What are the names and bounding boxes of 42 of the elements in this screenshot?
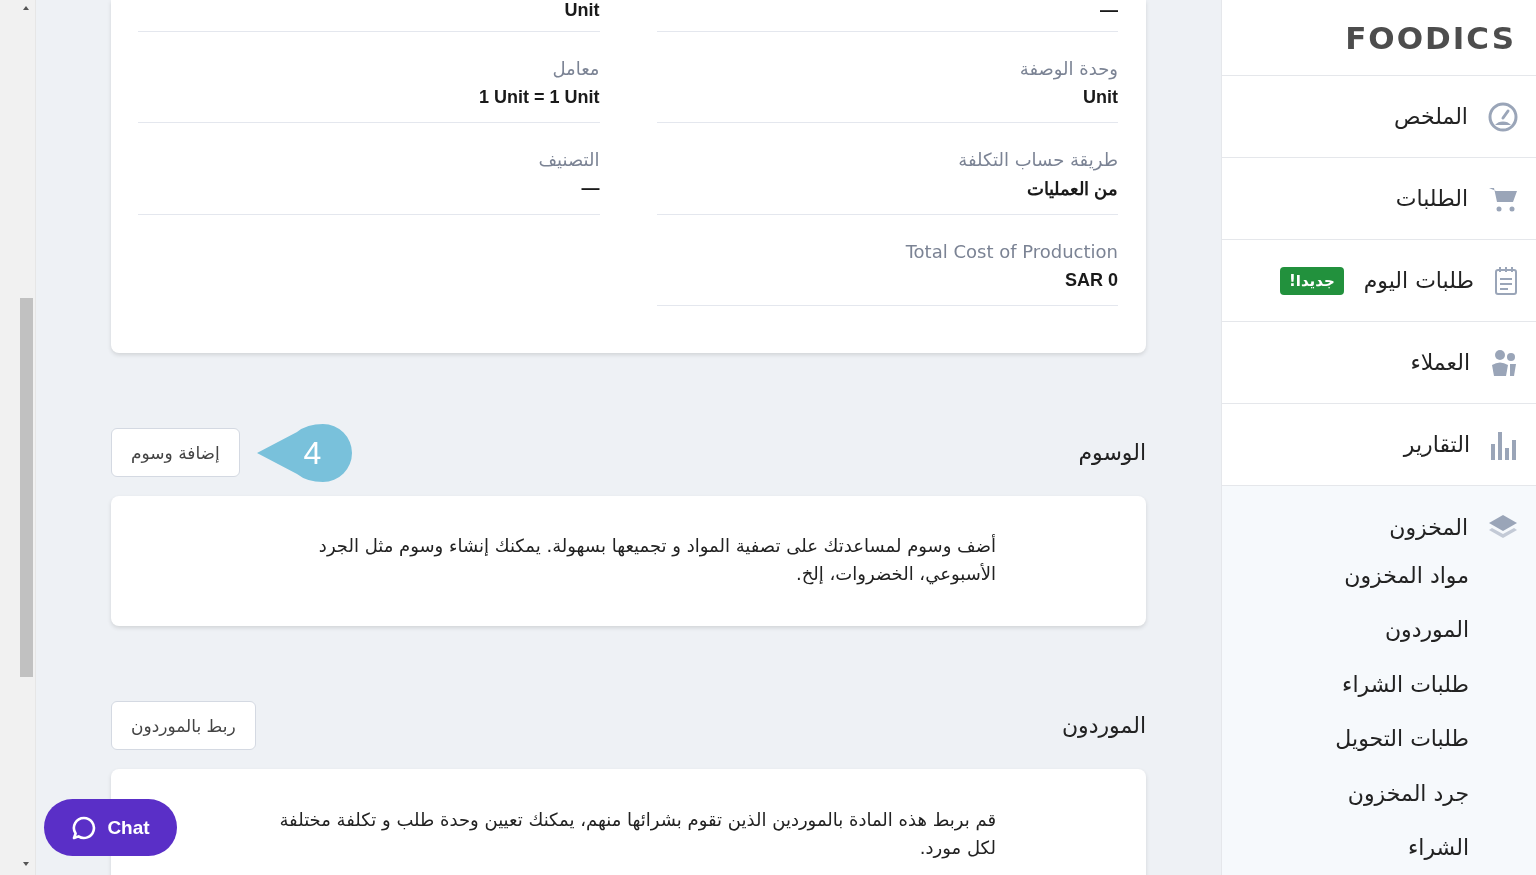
field-label: Total Cost of Production xyxy=(905,241,1118,262)
suppliers-description: قم بربط هذه المادة بالموردين الذين تقوم بشرائها منهم، يمكنك تعيين وحدة طلب و تكلفة مختلفة لكل مورد. xyxy=(278,808,996,861)
field-label: معامل xyxy=(552,58,600,79)
section-title: الوسوم xyxy=(1078,440,1146,465)
add-tags-button[interactable]: إضافة وسوم xyxy=(111,428,240,477)
field-value: SAR 0 xyxy=(1065,270,1118,291)
scrollbar[interactable] xyxy=(0,0,36,875)
field-value: من العمليات xyxy=(1027,178,1118,200)
new-badge: جديدا! xyxy=(1279,266,1344,295)
scrollbar-thumb[interactable] xyxy=(20,298,33,677)
gauge-icon xyxy=(1488,101,1518,132)
section-title: الموردون xyxy=(1061,713,1146,738)
sidebar-item[interactable]: الملخص xyxy=(1222,76,1536,158)
field-value: 1 Unit = 1 Unit xyxy=(479,87,600,108)
sidebar-subitem[interactable]: الموردون xyxy=(1222,602,1536,657)
sidebar-subitem[interactable]: مواد المخزون xyxy=(1222,548,1536,603)
field-label: وحدة الوصفة xyxy=(1019,58,1118,79)
sidebar-subitem[interactable]: طلبات الشراء xyxy=(1222,657,1536,712)
sidebar-subitem[interactable]: الشراء xyxy=(1222,820,1536,875)
field-value: Unit xyxy=(564,0,600,21)
sidebar-item[interactable]: العملاء xyxy=(1222,322,1536,404)
sidebar-subitem[interactable]: جرد المخزون xyxy=(1222,766,1536,821)
tags-description: أضف وسوم لمساعدتك على تصفية المواد و تجميعها بسهولة. يمكنك إنشاء وسوم مثل الجرد الأسبوعي، الخضروات، إلخ. xyxy=(317,533,996,587)
scroll-down-icon[interactable] xyxy=(21,860,31,868)
field-value: — xyxy=(581,178,600,199)
step-marker: 4 xyxy=(257,424,352,482)
sidebar-item[interactable]: طلبات اليوم جديدا! xyxy=(1222,240,1536,322)
bar-chart-icon xyxy=(1490,429,1518,460)
field-label: طريقة حساب التكلفة xyxy=(958,149,1118,170)
chat-bubble-icon xyxy=(71,814,98,841)
field-label: التصنيف xyxy=(538,149,600,170)
scroll-up-icon[interactable] xyxy=(21,4,31,12)
field-value: — xyxy=(1100,0,1118,21)
sidebar-subitem[interactable]: طلبات التحويل xyxy=(1222,711,1536,766)
link-suppliers-button[interactable]: ربط بالموردون xyxy=(111,701,256,750)
logo[interactable]: FOODICS xyxy=(1345,19,1516,56)
chat-button[interactable]: Chat xyxy=(44,799,177,856)
sidebar-item[interactable]: الطلبات xyxy=(1222,158,1536,240)
layers-icon xyxy=(1488,514,1518,540)
users-icon xyxy=(1490,348,1518,377)
notepad-icon xyxy=(1494,265,1518,296)
field-value: Unit xyxy=(1083,87,1118,108)
